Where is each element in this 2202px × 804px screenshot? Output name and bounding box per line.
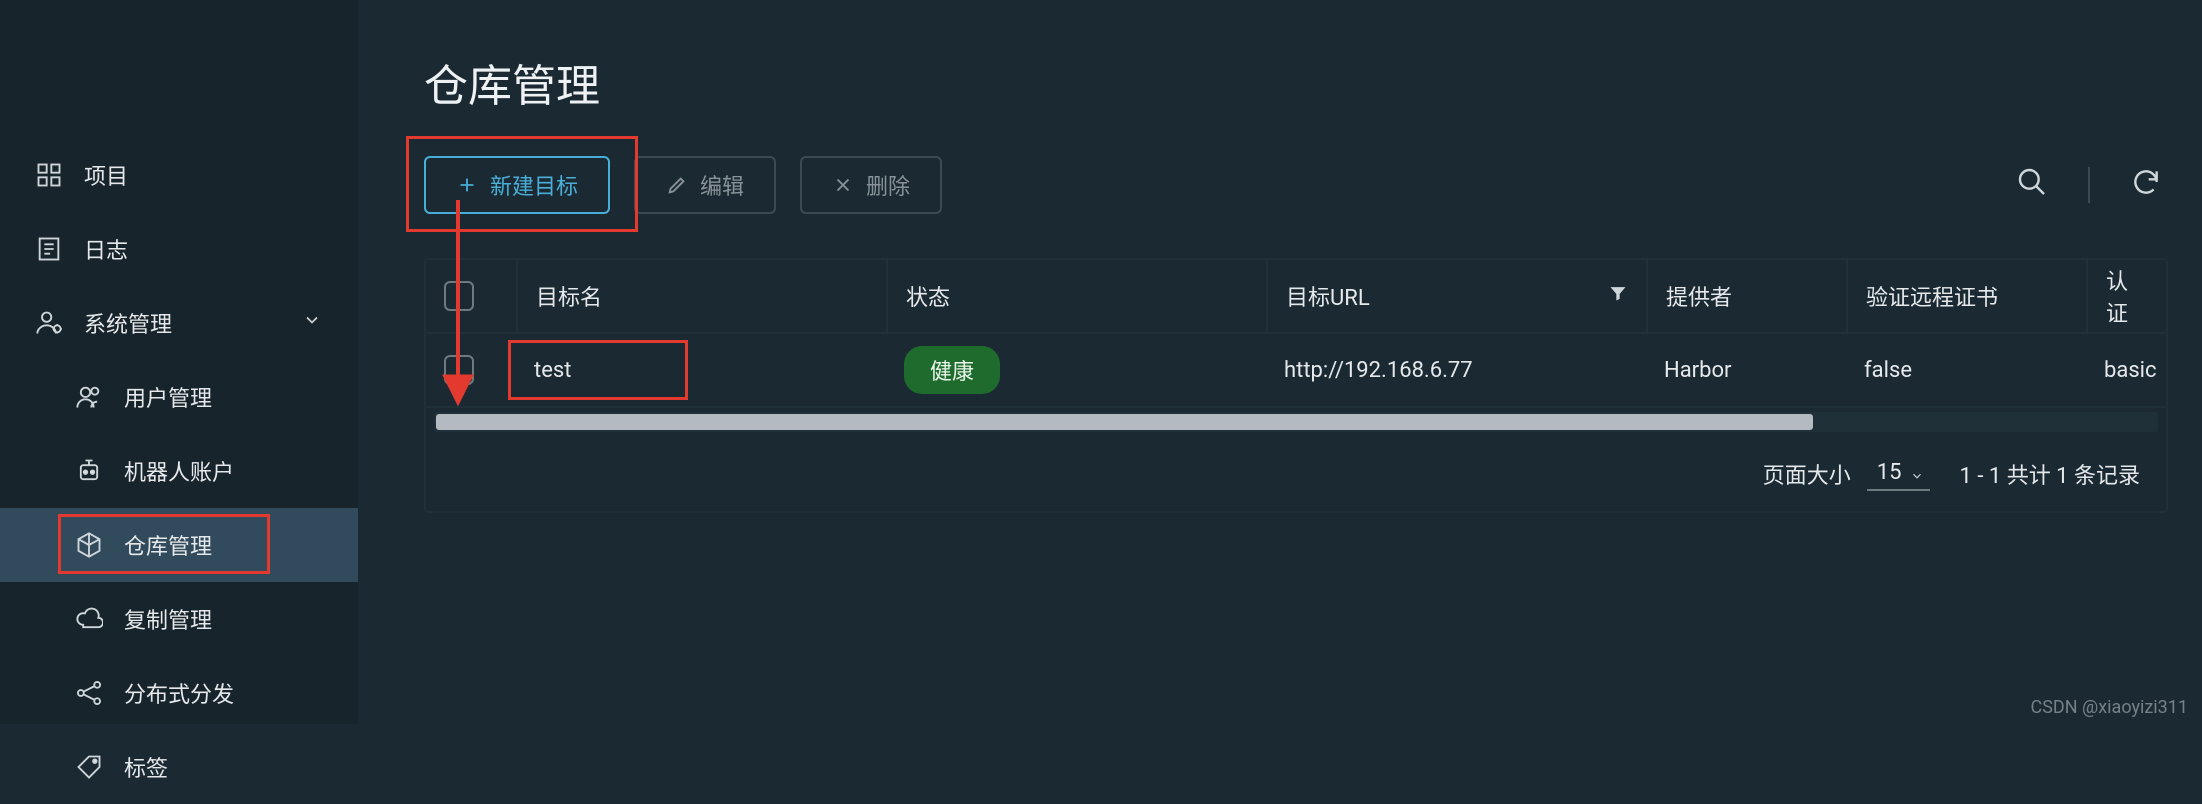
sidebar-nav: 项目 日志 系统管理 用户管理 bbox=[0, 70, 358, 804]
sidebar-subitem-users[interactable]: 用户管理 bbox=[0, 360, 358, 434]
sidebar-item-projects[interactable]: 项目 bbox=[0, 138, 358, 212]
replication-icon bbox=[74, 604, 104, 634]
sidebar-item-label: 机器人账户 bbox=[124, 455, 234, 487]
sidebar-item-logs[interactable]: 日志 bbox=[0, 212, 358, 286]
sidebar-item-label: 项目 bbox=[84, 159, 128, 191]
button-label: 编辑 bbox=[700, 169, 744, 201]
tag-icon bbox=[74, 752, 104, 782]
search-icon[interactable] bbox=[2010, 160, 2054, 210]
sidebar-item-label: 系统管理 bbox=[84, 307, 172, 339]
horizontal-scrollbar[interactable] bbox=[434, 412, 2158, 432]
sidebar-subitem-labels[interactable]: 标签 bbox=[0, 730, 358, 804]
distribution-icon bbox=[74, 678, 104, 708]
toolbar: 新建目标 编辑 删除 bbox=[424, 156, 2168, 214]
page-size-selector[interactable]: 页面大小 15 bbox=[1763, 456, 1930, 491]
button-label: 删除 bbox=[866, 169, 910, 201]
chevron-down-icon bbox=[1910, 464, 1924, 489]
logs-icon bbox=[34, 234, 64, 264]
th-verify-cert[interactable]: 验证远程证书 bbox=[1846, 260, 2086, 332]
users-icon bbox=[74, 382, 104, 412]
sidebar-item-label: 分布式分发 bbox=[124, 677, 234, 709]
status-badge: 健康 bbox=[904, 346, 1000, 394]
sidebar-subitem-distribution[interactable]: 分布式分发 bbox=[0, 656, 358, 730]
cell-auth: basic bbox=[2104, 358, 2157, 383]
th-url[interactable]: 目标URL bbox=[1266, 260, 1646, 332]
admin-icon bbox=[34, 308, 64, 338]
delete-button[interactable]: 删除 bbox=[800, 156, 942, 214]
th-auth[interactable]: 认证 bbox=[2086, 260, 2166, 332]
registries-icon bbox=[74, 530, 104, 560]
sidebar-item-system-admin[interactable]: 系统管理 bbox=[0, 286, 358, 360]
page-title: 仓库管理 bbox=[424, 50, 2168, 114]
new-target-button[interactable]: 新建目标 bbox=[424, 156, 610, 214]
sidebar-item-label: 标签 bbox=[124, 751, 168, 783]
sidebar-item-label: 日志 bbox=[84, 233, 128, 265]
button-label: 新建目标 bbox=[490, 169, 578, 201]
scrollbar-thumb[interactable] bbox=[436, 414, 1813, 430]
cell-provider: Harbor bbox=[1664, 358, 1731, 383]
edit-button[interactable]: 编辑 bbox=[634, 156, 776, 214]
pencil-icon bbox=[666, 174, 688, 196]
chevron-down-icon bbox=[302, 310, 322, 336]
sidebar-subitem-robots[interactable]: 机器人账户 bbox=[0, 434, 358, 508]
row-checkbox[interactable] bbox=[444, 355, 474, 385]
th-status[interactable]: 状态 bbox=[886, 260, 1266, 332]
filter-icon[interactable] bbox=[1608, 283, 1628, 309]
cell-name: test bbox=[534, 358, 571, 383]
table-footer: 页面大小 15 1 - 1 共计 1 条记录 bbox=[426, 436, 2166, 511]
sidebar-item-label: 用户管理 bbox=[124, 381, 212, 413]
th-provider[interactable]: 提供者 bbox=[1646, 260, 1846, 332]
checkbox[interactable] bbox=[444, 281, 474, 311]
watermark: CSDN @xiaoyizi311 bbox=[2031, 697, 2188, 718]
page-size-label: 页面大小 bbox=[1763, 458, 1851, 490]
sidebar-item-label: 仓库管理 bbox=[124, 529, 212, 561]
plus-icon bbox=[456, 174, 478, 196]
main-content: 仓库管理 新建目标 编辑 删除 bbox=[358, 0, 2202, 724]
page-size-value[interactable]: 15 bbox=[1867, 456, 1930, 491]
table-row[interactable]: test 健康 http://192.168.6.77 Harbor false… bbox=[426, 334, 2166, 408]
targets-table: 目标名 状态 目标URL 提供者 验证远程证书 认证 test 健康 bbox=[424, 258, 2168, 513]
sidebar: 项目 日志 系统管理 用户管理 bbox=[0, 0, 358, 724]
cell-verify-cert: false bbox=[1864, 358, 1912, 383]
th-select-all[interactable] bbox=[426, 260, 516, 332]
close-icon bbox=[832, 174, 854, 196]
cell-url: http://192.168.6.77 bbox=[1284, 358, 1473, 383]
records-text: 1 - 1 共计 1 条记录 bbox=[1960, 458, 2140, 490]
refresh-icon[interactable] bbox=[2124, 160, 2168, 210]
sidebar-subitem-registries[interactable]: 仓库管理 bbox=[0, 508, 358, 582]
table-header: 目标名 状态 目标URL 提供者 验证远程证书 认证 bbox=[426, 260, 2166, 334]
sidebar-item-label: 复制管理 bbox=[124, 603, 212, 635]
th-name[interactable]: 目标名 bbox=[516, 260, 886, 332]
robot-icon bbox=[74, 456, 104, 486]
sidebar-subitem-replications[interactable]: 复制管理 bbox=[0, 582, 358, 656]
projects-icon bbox=[34, 160, 64, 190]
separator bbox=[2088, 167, 2090, 203]
